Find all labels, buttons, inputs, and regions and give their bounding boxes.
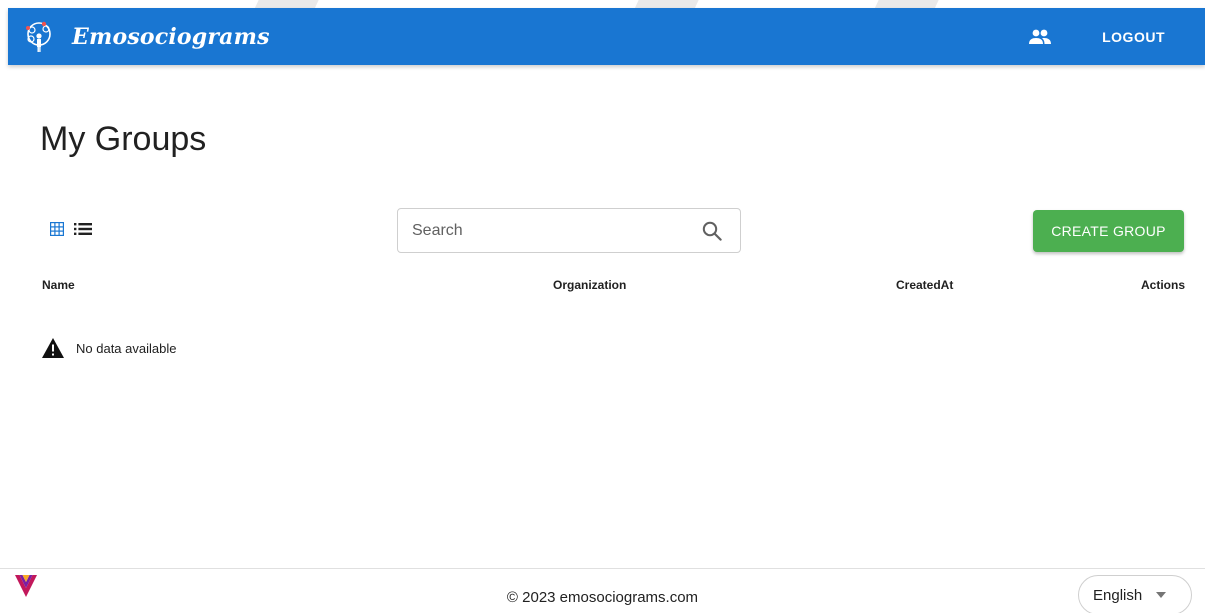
search-icon bbox=[702, 221, 722, 241]
search-input[interactable] bbox=[398, 209, 692, 252]
groups-icon bbox=[1029, 29, 1052, 44]
emosociograms-logo-icon bbox=[26, 21, 51, 52]
language-select-value: English bbox=[1093, 586, 1143, 604]
groups-button[interactable] bbox=[1020, 17, 1060, 57]
page-title: My Groups bbox=[40, 120, 207, 158]
list-view-icon bbox=[74, 223, 92, 235]
logout-button[interactable]: LOGOUT bbox=[1098, 21, 1169, 53]
grid-view-button[interactable] bbox=[48, 220, 66, 238]
column-header-name[interactable]: Name bbox=[42, 278, 75, 292]
list-view-button[interactable] bbox=[74, 220, 92, 238]
column-header-organization[interactable]: Organization bbox=[553, 278, 626, 292]
column-header-createdat[interactable]: CreatedAt bbox=[896, 278, 953, 292]
empty-state-message: No data available bbox=[76, 340, 177, 356]
brand-name: Emosociograms bbox=[72, 23, 270, 50]
search-box bbox=[397, 208, 741, 253]
view-toggle bbox=[48, 220, 92, 238]
copyright-text: © 2023 emosociograms.com bbox=[506, 589, 699, 606]
language-select[interactable]: English bbox=[1078, 575, 1192, 613]
warning-icon bbox=[42, 338, 64, 358]
table-header: Name Organization CreatedAt Actions bbox=[0, 278, 1205, 294]
chevron-down-icon bbox=[1156, 592, 1167, 598]
column-header-actions: Actions bbox=[1140, 278, 1185, 292]
create-group-button[interactable]: CREATE GROUP bbox=[1033, 210, 1184, 252]
search-button[interactable] bbox=[692, 211, 732, 251]
empty-state: No data available bbox=[42, 338, 176, 358]
brand-home-link[interactable]: Emosociograms bbox=[22, 20, 270, 54]
grid-view-icon bbox=[50, 222, 64, 236]
app-bar: Emosociograms LOGOUT bbox=[8, 8, 1205, 65]
footer: © 2023 emosociograms.com English bbox=[0, 568, 1205, 613]
